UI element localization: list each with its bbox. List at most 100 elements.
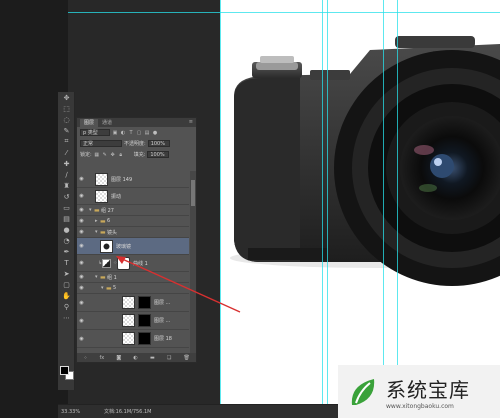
smart-object-filter-icon[interactable]: ▤ [144, 130, 150, 136]
filter-toggle-icon[interactable]: ● [152, 130, 158, 136]
fill-label: 填充: [133, 152, 146, 158]
layer-row[interactable]: ◉ 图层 149 [77, 171, 189, 188]
tools-panel: ✥ ⬚ ◌ ✎ ⌗ ⁄ ✚ ∕ ♜ ↺ ▭ ▤ ● ◔ ✒ T ➤ ▢ ✋ ⚲ … [58, 92, 75, 390]
move-tool-icon[interactable]: ✥ [58, 92, 75, 103]
blur-tool-icon[interactable]: ● [58, 224, 75, 235]
adjustment-layer-row[interactable]: ◉ ↳ ⁘ 曲线 1 [77, 255, 189, 272]
eye-icon[interactable]: ◉ [77, 274, 86, 280]
layer-name: 曲线 1 [133, 260, 148, 267]
lock-row: 锁定: ▦ ✎ ✥ 🔒︎ 填充: 100% [77, 149, 196, 160]
camera-image [230, 36, 500, 286]
layer-mask-thumbnail [138, 296, 151, 309]
add-mask-icon[interactable]: ◙ [116, 355, 121, 361]
layer-thumbnail [122, 314, 135, 327]
opacity-field[interactable]: 100% [147, 140, 170, 147]
zoom-tool-icon[interactable]: ⚲ [58, 301, 75, 312]
watermark-title: 系统宝库 [386, 377, 470, 402]
zoom-level[interactable]: 33.33% [58, 409, 84, 415]
eye-icon[interactable]: ◉ [77, 260, 86, 266]
eraser-tool-icon[interactable]: ▭ [58, 202, 75, 213]
pixel-filter-icon[interactable]: ▣ [112, 130, 118, 136]
fx-icon[interactable]: fx [99, 355, 104, 361]
group-row[interactable]: ◉ ▾ ▬ 镜头 [77, 227, 189, 238]
tab-channels[interactable]: 通道 [98, 119, 116, 127]
fill-field[interactable]: 100% [147, 151, 170, 158]
group-name: 镜头 [107, 229, 118, 236]
layer-name: 玻璃镜 [116, 243, 132, 250]
lock-pixels-icon[interactable]: ✎ [102, 152, 108, 158]
guide-line[interactable] [397, 0, 398, 404]
shape-tool-icon[interactable]: ▢ [58, 279, 75, 290]
brush-tool-icon[interactable]: ∕ [58, 169, 75, 180]
eye-icon[interactable]: ◉ [77, 207, 86, 213]
eye-icon[interactable]: ◉ [77, 176, 86, 182]
history-brush-tool-icon[interactable]: ↺ [58, 191, 75, 202]
dodge-tool-icon[interactable]: ◔ [58, 235, 75, 246]
foreground-color-swatch[interactable] [60, 366, 69, 375]
more-tools-icon[interactable]: ⋯ [58, 312, 75, 323]
new-group-icon[interactable]: ▬ [150, 355, 155, 361]
guide-line[interactable] [220, 0, 221, 404]
shape-filter-icon[interactable]: ▢ [136, 130, 142, 136]
quick-select-tool-icon[interactable]: ✎ [58, 125, 75, 136]
lock-position-icon[interactable]: ✥ [110, 152, 116, 158]
guide-line[interactable] [327, 0, 328, 404]
filter-kind-select[interactable]: p 类型 [80, 129, 110, 136]
lock-transparency-icon[interactable]: ▦ [94, 152, 100, 158]
layer-mask-thumbnail [138, 332, 151, 345]
eye-icon[interactable]: ◉ [77, 193, 86, 199]
eye-icon[interactable]: ◉ [77, 243, 86, 249]
scrollbar-thumb[interactable] [191, 180, 195, 206]
folder-icon: ▬ [100, 217, 106, 225]
type-filter-icon[interactable]: T [128, 130, 134, 136]
marquee-tool-icon[interactable]: ⬚ [58, 103, 75, 114]
photoshop-window: ✥ ⬚ ◌ ✎ ⌗ ⁄ ✚ ∕ ♜ ↺ ▭ ▤ ● ◔ ✒ T ➤ ▢ ✋ ⚲ … [0, 0, 500, 418]
group-row[interactable]: ◉ ▸ ▬ 6 [77, 216, 189, 227]
panel-menu-icon[interactable]: ≡ [189, 119, 193, 125]
new-adjustment-icon[interactable]: ◐ [133, 355, 137, 361]
layer-row[interactable]: ◉ 图层 ... [77, 312, 189, 330]
guide-line[interactable] [68, 12, 500, 13]
layer-name: 振动 [111, 193, 122, 200]
guide-line[interactable] [322, 0, 323, 404]
clone-stamp-tool-icon[interactable]: ♜ [58, 180, 75, 191]
guide-line[interactable] [383, 0, 384, 404]
eye-icon[interactable]: ◉ [77, 285, 86, 291]
lock-all-icon[interactable]: 🔒︎ [118, 152, 124, 158]
layer-row[interactable]: ◉ 图层 18 [77, 330, 189, 348]
layer-row[interactable]: ◉ 振动 [77, 188, 189, 205]
lock-label: 锁定: [80, 152, 92, 158]
panel-footer: ⁘ fx ◙ ◐ ▬ ❏ 🗑︎ [77, 353, 196, 362]
tab-layers[interactable]: 图层 [80, 119, 99, 127]
adjustment-filter-icon[interactable]: ◐ [120, 130, 126, 136]
group-row[interactable]: ◉ ▾ ▬ 5 [77, 283, 189, 294]
gradient-tool-icon[interactable]: ▤ [58, 213, 75, 224]
type-tool-icon[interactable]: T [58, 257, 75, 268]
eye-icon[interactable]: ◉ [77, 218, 86, 224]
new-layer-icon[interactable]: ❏ [167, 355, 171, 361]
eye-icon[interactable]: ◉ [77, 300, 86, 306]
leaf-logo-icon [351, 378, 375, 405]
healing-brush-tool-icon[interactable]: ✚ [58, 158, 75, 169]
trash-icon[interactable]: 🗑︎ [184, 355, 190, 361]
curves-adjustment-icon [102, 258, 111, 268]
path-select-tool-icon[interactable]: ➤ [58, 268, 75, 279]
layer-row[interactable]: ◉ 图层 ... [77, 294, 189, 312]
eye-icon[interactable]: ◉ [77, 336, 86, 342]
link-layers-icon[interactable]: ⁘ [83, 355, 87, 361]
document-size[interactable]: 文档:16.1M/756.1M [84, 408, 151, 415]
group-row[interactable]: ◉ ▾ ▬ 组 1 [77, 272, 189, 283]
lasso-tool-icon[interactable]: ◌ [58, 114, 75, 125]
group-name: 5 [113, 285, 117, 291]
crop-tool-icon[interactable]: ⌗ [58, 136, 75, 147]
layer-row-selected[interactable]: ◉ 玻璃镜 [77, 238, 189, 255]
opacity-label: 不透明度: [124, 141, 146, 147]
pen-tool-icon[interactable]: ✒ [58, 246, 75, 257]
panel-tab-bar: 图层 通道 ≡ [77, 118, 196, 127]
group-row[interactable]: ◉ ▾ ▬ 组 27 [77, 205, 189, 216]
blend-mode-select[interactable]: 正常 [80, 140, 122, 147]
eye-icon[interactable]: ◉ [77, 318, 86, 324]
eyedropper-tool-icon[interactable]: ⁄ [58, 147, 75, 158]
eye-icon[interactable]: ◉ [77, 229, 86, 235]
hand-tool-icon[interactable]: ✋ [58, 290, 75, 301]
